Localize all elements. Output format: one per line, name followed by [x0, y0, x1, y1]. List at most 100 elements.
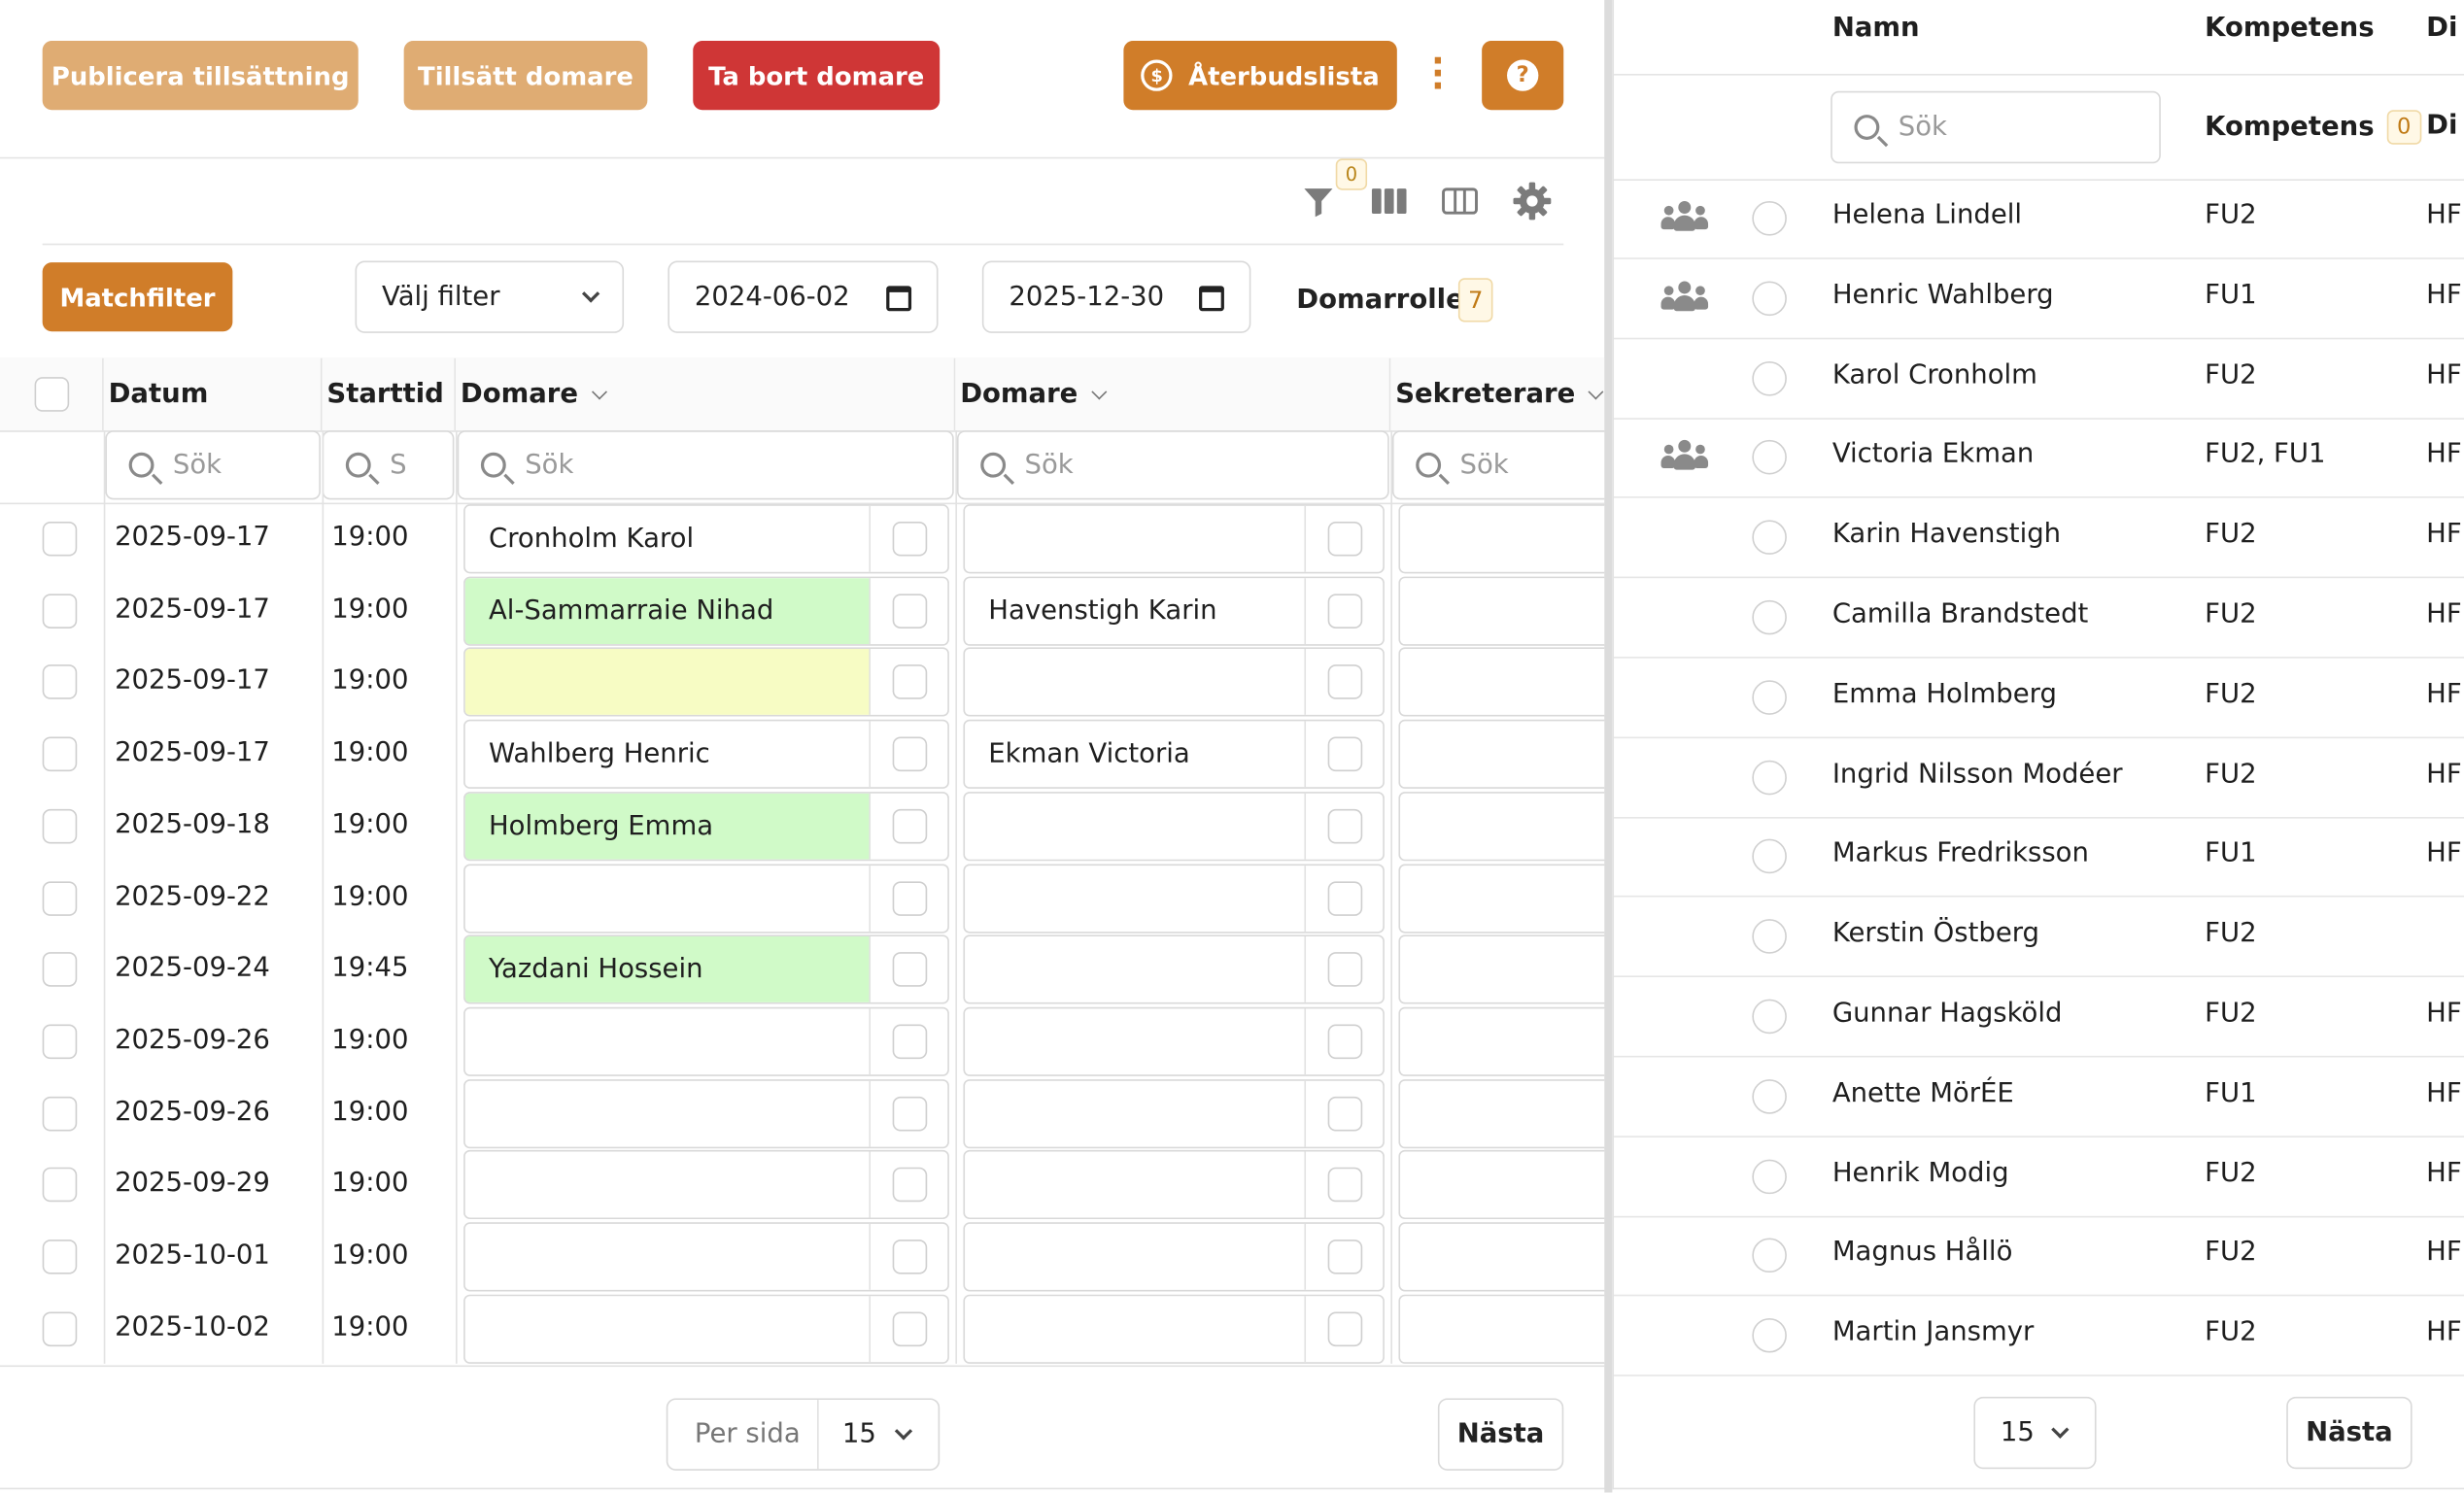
referee-1-name[interactable]: Al-Sammarraie Nihad	[464, 578, 872, 645]
row-checkbox[interactable]	[42, 1167, 78, 1203]
list-item[interactable]: Victoria Ekman FU2, FU1 HF	[1614, 418, 2464, 498]
header-competence[interactable]: Kompetens	[2205, 13, 2374, 44]
list-item[interactable]: Karol Cronholm FU2 HF	[1614, 339, 2464, 420]
referee-1-cell[interactable]: Al-Sammarraie Nihad	[463, 576, 949, 646]
gear-icon[interactable]	[1512, 182, 1553, 221]
table-row[interactable]: 2025-09-24 19:45 Yazdani Hossein	[0, 934, 1605, 1005]
secretary-cell[interactable]	[1398, 647, 1605, 717]
referee-select-radio[interactable]	[1752, 281, 1787, 317]
row-checkbox[interactable]	[42, 1311, 78, 1347]
row-checkbox[interactable]	[42, 594, 78, 628]
assign-referee-button[interactable]: Tillsätt domare	[403, 41, 648, 111]
referee-1-name[interactable]: Yazdani Hossein	[464, 935, 872, 1002]
table-row[interactable]: 2025-10-02 19:00	[0, 1293, 1605, 1365]
referee-select-radio[interactable]	[1752, 520, 1787, 555]
referee-2-confirm-checkbox[interactable]	[1327, 1096, 1363, 1132]
cancellation-list-button[interactable]: $ Återbudslista	[1123, 41, 1397, 111]
columns-icon[interactable]	[1370, 183, 1408, 221]
referee-2-cell[interactable]	[963, 1006, 1385, 1076]
secretary-cell[interactable]	[1398, 792, 1605, 862]
secretary-cell[interactable]	[1398, 576, 1605, 646]
table-row[interactable]: 2025-09-22 19:00	[0, 863, 1605, 934]
list-item[interactable]: Magnus Hållö FU2 HF	[1614, 1216, 2464, 1297]
referee-1-name[interactable]	[465, 1008, 872, 1075]
referee-select-radio[interactable]	[1752, 838, 1787, 874]
referee-name-search-input[interactable]: Sök	[1831, 90, 2161, 164]
publish-assignment-button[interactable]: Publicera tillsättning	[42, 41, 359, 111]
referee-select-radio[interactable]	[1752, 919, 1787, 954]
referee-1-cell[interactable]	[463, 1006, 949, 1076]
referee-2-name[interactable]	[965, 505, 1307, 572]
row-checkbox[interactable]	[42, 664, 78, 699]
row-checkbox[interactable]	[42, 1024, 78, 1060]
referee-2-confirm-checkbox[interactable]	[1327, 521, 1363, 557]
referee-1-cell[interactable]: Yazdani Hossein	[463, 934, 949, 1004]
referee-1-cell[interactable]	[463, 1149, 949, 1220]
referee-select-radio[interactable]	[1752, 1079, 1787, 1114]
referee-1-confirm-checkbox[interactable]	[892, 1239, 928, 1274]
table-row[interactable]: 2025-09-26 19:00	[0, 1005, 1605, 1077]
referee-1-name[interactable]: Wahlberg Henric	[465, 721, 872, 788]
row-checkbox[interactable]	[42, 881, 78, 916]
list-item[interactable]: Martin Jansmyr FU2 HF	[1614, 1296, 2464, 1376]
referee-1-cell[interactable]	[463, 864, 949, 934]
referee-2-name[interactable]	[965, 935, 1307, 1002]
referee-2-name[interactable]	[965, 1151, 1307, 1218]
district-filter[interactable]: Di	[2426, 110, 2457, 141]
referee-2-cell[interactable]	[963, 1294, 1385, 1364]
referee-2-name[interactable]	[965, 1080, 1307, 1147]
table-row[interactable]: 2025-09-29 19:00	[0, 1148, 1605, 1220]
date-to-input[interactable]: 2025-12-30	[981, 260, 1251, 333]
secretary-cell[interactable]	[1398, 1294, 1605, 1364]
date-search-input[interactable]: Sök	[105, 430, 321, 500]
referee-2-confirm-checkbox[interactable]	[1327, 952, 1363, 987]
referee-select-radio[interactable]	[1752, 760, 1787, 796]
list-item[interactable]: Ingrid Nilsson Modéer FU2 HF	[1614, 738, 2464, 819]
secretary-cell[interactable]	[1398, 504, 1605, 574]
referee-2-confirm-checkbox[interactable]	[1327, 664, 1363, 699]
referee-1-name[interactable]	[465, 866, 872, 933]
secretary-search-input[interactable]: Sök	[1391, 430, 1605, 500]
referee-2-confirm-checkbox[interactable]	[1327, 808, 1363, 844]
referee-1-confirm-checkbox[interactable]	[892, 1096, 928, 1132]
referee-1-name[interactable]	[464, 648, 872, 715]
list-item[interactable]: Emma Holmberg FU2 HF	[1614, 659, 2464, 739]
referee-1-cell[interactable]: Cronholm Karol	[463, 504, 949, 574]
referee-select-radio[interactable]	[1752, 680, 1787, 715]
referee-1-cell[interactable]: Holmberg Emma	[463, 792, 949, 862]
referee-1-cell[interactable]	[463, 1079, 949, 1149]
referee-2-name[interactable]: Ekman Victoria	[965, 721, 1307, 788]
referee-2-confirm-checkbox[interactable]	[1327, 594, 1363, 628]
next-page-button[interactable]: Nästa	[1437, 1398, 1564, 1471]
table-row[interactable]: 2025-09-17 19:00 Cronholm Karol	[0, 503, 1605, 575]
referee-2-cell[interactable]	[963, 1079, 1385, 1149]
row-checkbox[interactable]	[42, 1239, 78, 1274]
table-row[interactable]: 2025-09-26 19:00	[0, 1078, 1605, 1150]
referee-1-confirm-checkbox[interactable]	[892, 881, 928, 916]
table-row[interactable]: 2025-09-17 19:00 Al-Sammarraie Nihad Havens…	[0, 575, 1605, 647]
secretary-cell[interactable]	[1398, 1222, 1605, 1292]
referee-1-confirm-checkbox[interactable]	[892, 594, 928, 628]
referee-2-confirm-checkbox[interactable]	[1327, 881, 1363, 916]
referee-2-cell[interactable]	[963, 792, 1385, 862]
header-secretary[interactable]: Sekreterare	[1390, 357, 1605, 431]
secretary-cell[interactable]	[1398, 1006, 1605, 1076]
referee-2-cell[interactable]: Havenstigh Karin	[963, 576, 1385, 646]
row-checkbox[interactable]	[42, 521, 78, 557]
referee-2-confirm-checkbox[interactable]	[1327, 1024, 1363, 1060]
referee-select-radio[interactable]	[1752, 1159, 1787, 1195]
referee-1-cell[interactable]	[463, 1294, 949, 1364]
column-layout-icon[interactable]	[1441, 183, 1479, 221]
referee-2-name[interactable]	[965, 1223, 1307, 1290]
referee-1-confirm-checkbox[interactable]	[892, 808, 928, 844]
referee-1-name[interactable]	[465, 1080, 872, 1147]
help-button[interactable]: ?	[1482, 41, 1564, 111]
header-start-time[interactable]: Starttid	[322, 357, 457, 431]
referee-select-radio[interactable]	[1752, 201, 1787, 236]
referee-2-cell[interactable]: Ekman Victoria	[963, 719, 1385, 789]
referee-2-cell[interactable]	[963, 647, 1385, 717]
referee-2-name[interactable]	[965, 793, 1307, 860]
per-page-select[interactable]: Per sida 15	[666, 1398, 941, 1471]
referee-2-cell[interactable]	[963, 504, 1385, 574]
calendar-icon[interactable]	[886, 286, 912, 312]
